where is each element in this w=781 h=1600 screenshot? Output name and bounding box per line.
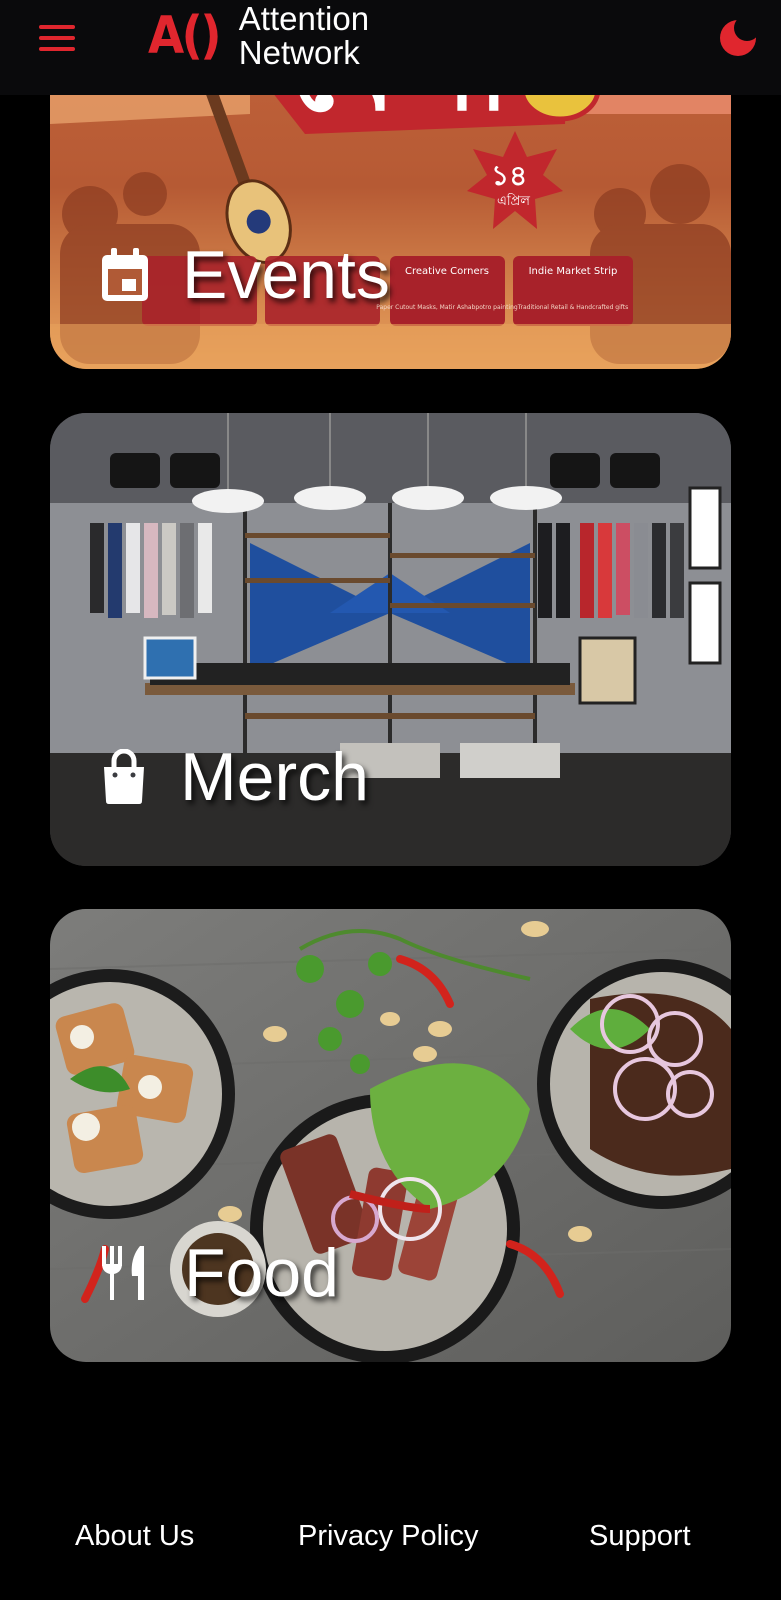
strip-title-1: Creative Corners [405,266,489,277]
logo-text: Attention Network [239,2,369,70]
support-link[interactable]: Support [589,1520,691,1553]
strip-sub-2: Traditional Retail & Handcrafted gifts [517,304,629,311]
utensils-icon [102,1246,144,1300]
app-header: A() Attention Network [0,0,781,95]
brand-logo[interactable]: A() Attention Network [148,2,369,70]
events-title: Events [182,237,390,313]
date-badge: ১৪ [491,159,527,192]
logo-line-2: Network [238,34,360,71]
theme-toggle-moon-icon[interactable] [718,15,760,58]
strip-title-2: Indie Market Strip [529,266,618,277]
calendar-icon [102,248,148,301]
shopping-bag-icon [104,749,144,804]
footer-links: About Us Privacy Policy Support [0,1520,781,1570]
logo-line-1: Attention [238,0,370,37]
merch-label: Merch [100,738,369,816]
privacy-policy-link[interactable]: Privacy Policy [298,1520,479,1553]
about-us-link[interactable]: About Us [75,1520,194,1553]
logo-mark: A() [148,6,222,66]
food-title: Food [184,1235,339,1311]
food-label: Food [100,1234,339,1312]
merch-card[interactable]: Merch [50,413,731,866]
merch-title: Merch [180,739,369,815]
food-card[interactable]: Food [50,909,731,1362]
strip-sub-1: Paper Cutout Masks, Matir Ashabpotro pai… [376,304,518,311]
events-label: Events [100,236,390,314]
date-badge-sub: এপ্রিল [497,193,530,209]
hamburger-menu-icon[interactable] [36,22,80,56]
